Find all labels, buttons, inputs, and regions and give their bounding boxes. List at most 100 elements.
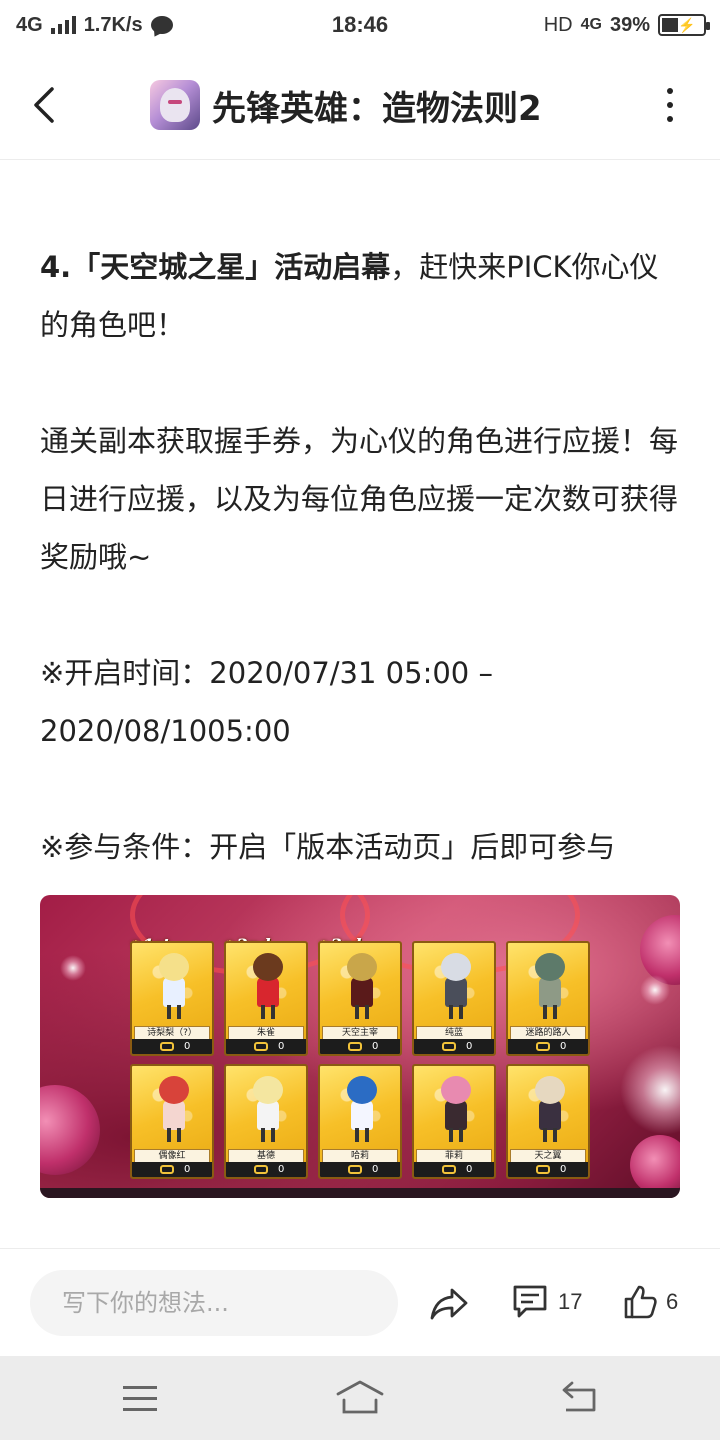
vote-count-bar: 0 <box>226 1162 306 1177</box>
vote-count-bar: 0 <box>414 1039 494 1054</box>
character-legs <box>261 1005 275 1019</box>
character-head <box>159 953 189 981</box>
character-legs <box>543 1005 557 1019</box>
character-body <box>445 977 467 1007</box>
character-body <box>163 977 185 1007</box>
character-body <box>445 1100 467 1130</box>
back-nav-button[interactable] <box>556 1378 602 1418</box>
paragraph-description: 通关副本获取握手券，为心仪的角色进行应援！每日进行应援，以及为每位角色应援一定次… <box>40 424 679 574</box>
vote-count: 0 <box>466 1041 473 1052</box>
character-card[interactable]: 纯蓝 0 <box>412 941 496 1056</box>
ticket-icon <box>536 1042 550 1051</box>
battery-percent: 39% <box>609 13 650 36</box>
vote-count-bar: 0 <box>132 1162 212 1177</box>
like-icon <box>624 1285 657 1319</box>
comment-button[interactable]: 17 <box>510 1279 582 1325</box>
character-body <box>539 1100 561 1130</box>
article-body: 4.「天空城之星」活动启幕，赶快来PICK你心仪的角色吧！ 通关副本获取握手券，… <box>40 160 685 876</box>
event-banner-image[interactable]: ♛1st ♛2nd ♛3rd 诗梨梨（?）0朱雀0天空主宰0纯蓝0迷路的路人0偶… <box>40 895 680 1198</box>
character-legs <box>355 1128 369 1142</box>
character-card[interactable]: 朱雀 0 <box>224 941 308 1056</box>
ticket-icon <box>348 1042 362 1051</box>
rose-decoration <box>630 1135 680 1195</box>
event-title-bold: 4.「天空城之星」活动启幕 <box>40 250 391 284</box>
banner-floor <box>40 1188 680 1198</box>
like-button[interactable]: 6 <box>622 1279 678 1325</box>
more-vertical-icon <box>667 88 673 94</box>
character-head <box>535 953 565 981</box>
character-head <box>535 1076 565 1104</box>
ticket-icon <box>254 1042 268 1051</box>
character-card[interactable]: 天之翼 0 <box>506 1064 590 1179</box>
rose-decoration <box>40 1085 100 1175</box>
bottom-action-bar: 17 6 <box>0 1248 720 1356</box>
network-speed: 1.7K/s <box>83 13 143 36</box>
vote-count-bar: 0 <box>508 1039 588 1054</box>
comment-count: 17 <box>558 1289 583 1314</box>
character-card[interactable]: 天空主宰 0 <box>318 941 402 1056</box>
menu-line <box>123 1396 157 1400</box>
home-button[interactable] <box>334 1378 386 1418</box>
status-right: HD 4G 39% ⚡ <box>544 13 710 37</box>
page-title: 先锋英雄：造物法则2 <box>212 88 542 129</box>
ticket-icon <box>160 1042 174 1051</box>
comment-input[interactable] <box>30 1270 398 1336</box>
vote-count: 0 <box>466 1164 473 1175</box>
battery-icon: ⚡ <box>658 14 710 36</box>
charging-bolt-icon: ⚡ <box>678 17 696 33</box>
vote-count: 0 <box>184 1041 191 1052</box>
vote-count-bar: 0 <box>320 1039 400 1054</box>
ticket-icon <box>160 1165 174 1174</box>
character-card[interactable]: 菲莉 0 <box>412 1064 496 1179</box>
menu-button[interactable] <box>118 1378 162 1418</box>
character-head <box>253 953 283 981</box>
ticket-icon <box>442 1165 456 1174</box>
character-head <box>441 1076 471 1104</box>
network-type-left: 4G <box>16 13 43 36</box>
vote-count-bar: 0 <box>226 1039 306 1054</box>
sparkle-glow <box>60 955 86 981</box>
character-card[interactable]: 迷路的路人 0 <box>506 941 590 1056</box>
share-button[interactable] <box>428 1282 470 1324</box>
back-button[interactable] <box>24 80 64 130</box>
more-dot <box>667 116 673 122</box>
ticket-icon <box>254 1165 268 1174</box>
character-legs <box>167 1128 181 1142</box>
character-figure <box>154 953 194 1019</box>
vote-count-bar: 0 <box>132 1039 212 1054</box>
character-body <box>257 1100 279 1130</box>
character-card[interactable]: 哈莉 0 <box>318 1064 402 1179</box>
app-avatar[interactable] <box>150 80 200 130</box>
vote-count: 0 <box>560 1164 567 1175</box>
share-icon <box>430 1288 468 1320</box>
character-figure <box>342 953 382 1019</box>
character-legs <box>449 1005 463 1019</box>
ticket-icon <box>442 1042 456 1051</box>
character-card[interactable]: 诗梨梨（?） 0 <box>130 941 214 1056</box>
paragraph-condition: ※参与条件：开启「版本活动页」后即可参与 <box>40 830 616 864</box>
character-card[interactable]: 基德 0 <box>224 1064 308 1179</box>
character-card[interactable]: 偶像红 0 <box>130 1064 214 1179</box>
ticket-icon <box>536 1165 550 1174</box>
character-figure <box>530 953 570 1019</box>
character-figure <box>248 1076 288 1142</box>
status-bar: 4G 1.7K/s 18:46 HD 4G 39% ⚡ <box>0 0 720 50</box>
home-icon <box>336 1380 384 1414</box>
comment-icon <box>513 1285 547 1318</box>
app-header: 先锋英雄：造物法则2 <box>0 50 720 160</box>
title-group[interactable]: 先锋英雄：造物法则2 <box>150 79 542 131</box>
ticket-icon <box>348 1165 362 1174</box>
paragraph-open-time: ※开启时间：2020/07/31 05:00 – 2020/08/1005:00 <box>40 656 493 748</box>
vote-count: 0 <box>372 1041 379 1052</box>
menu-icon <box>123 1385 157 1389</box>
character-figure <box>436 1076 476 1142</box>
more-button[interactable] <box>660 80 680 130</box>
vote-count-bar: 0 <box>508 1162 588 1177</box>
back-icon <box>562 1381 596 1412</box>
character-body <box>351 977 373 1007</box>
character-figure <box>436 953 476 1019</box>
character-legs <box>261 1128 275 1142</box>
